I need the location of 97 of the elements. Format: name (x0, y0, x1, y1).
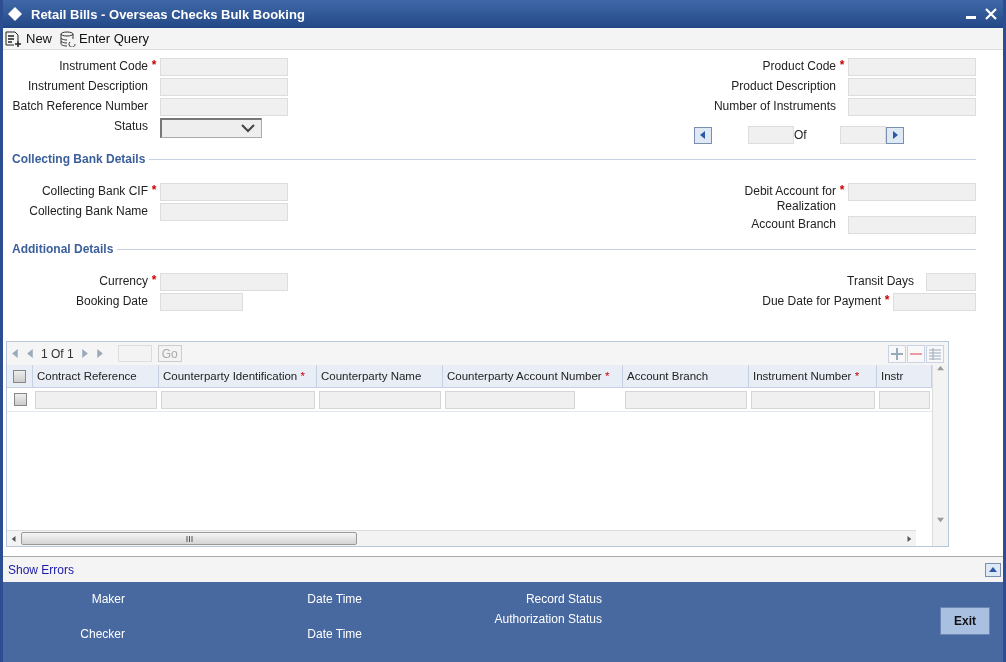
column-header[interactable]: Counterparty Name (321, 370, 422, 382)
scroll-right-icon (906, 535, 912, 542)
cell-input[interactable] (35, 390, 157, 409)
status-dropdown[interactable] (160, 118, 262, 138)
cell-input[interactable] (319, 390, 441, 409)
column-header[interactable]: Instrument Number * (753, 370, 860, 382)
footer-label: Record Status (525, 592, 602, 606)
next-button[interactable] (886, 126, 904, 144)
single-view-button[interactable] (926, 344, 944, 363)
field-label: Account Branch (750, 216, 836, 232)
close-icon[interactable] (985, 8, 997, 20)
database-icon (60, 30, 76, 47)
input-field[interactable] (160, 78, 288, 96)
pager-text: Of (794, 128, 808, 142)
vertical-scrollbar[interactable] (932, 365, 948, 546)
input-field[interactable] (748, 126, 794, 144)
page-count: 1 Of 1 (41, 346, 74, 361)
cell-input[interactable] (879, 390, 930, 409)
grip-icon (185, 535, 193, 542)
up-triangle-icon (989, 565, 997, 574)
required-mark: * (150, 273, 158, 288)
previous-button[interactable] (694, 126, 712, 144)
field-label: Instrument Code (58, 58, 148, 74)
footer-label: Maker (91, 592, 125, 606)
column-header[interactable]: Contract Reference (37, 370, 137, 382)
scroll-thumb[interactable] (21, 532, 357, 545)
footer-label: Date Time (307, 627, 362, 641)
field-label: Status (112, 118, 148, 134)
cell-input[interactable] (751, 390, 875, 409)
input-field[interactable] (160, 58, 288, 76)
add-row-button[interactable] (888, 344, 906, 363)
field-label: Product Description (730, 78, 836, 94)
input-field[interactable] (160, 183, 288, 201)
footer-label: Authorization Status (494, 612, 602, 626)
input-field[interactable] (160, 273, 288, 291)
cell-input[interactable] (161, 390, 315, 409)
exit-button[interactable]: Exit (940, 607, 990, 635)
cell-input[interactable] (625, 390, 747, 409)
diamond-icon (7, 6, 23, 22)
scroll-down-icon (937, 516, 944, 523)
footer-label: Checker (80, 627, 125, 641)
column-header[interactable]: Counterparty Identification * (163, 370, 305, 382)
column-header[interactable]: Counterparty Account Number * (447, 370, 610, 382)
input-field[interactable] (848, 98, 976, 116)
required-mark: * (150, 183, 158, 198)
input-field[interactable] (926, 273, 976, 291)
input-field[interactable] (840, 126, 886, 144)
first-page-icon (11, 349, 20, 358)
input-field[interactable] (160, 293, 243, 311)
required-mark: * (150, 58, 158, 73)
field-label: Instrument Description (26, 78, 148, 94)
field-label: Number of Instruments (712, 98, 836, 114)
input-field[interactable] (848, 216, 976, 234)
input-field[interactable] (160, 203, 288, 221)
plus-icon (891, 347, 903, 360)
footer-label: Date Time (307, 592, 362, 606)
field-label: Booking Date (74, 293, 148, 309)
horizontal-scrollbar[interactable] (7, 530, 916, 546)
field-label: Currency (98, 273, 148, 289)
input-field[interactable] (160, 98, 288, 116)
list-icon (929, 347, 941, 360)
input-field[interactable] (848, 183, 976, 201)
chevron-icon (241, 124, 255, 133)
field-label: Product Code (761, 58, 836, 74)
right-triangle-icon (891, 131, 899, 139)
select-all-checkbox[interactable] (13, 369, 26, 383)
new-document-icon (5, 30, 23, 47)
toolbar-button[interactable]: Enter Query (60, 30, 150, 47)
required-mark: * (838, 58, 846, 73)
required-mark: * (838, 183, 846, 198)
toolbar-button[interactable]: New (5, 30, 52, 47)
show-errors-link[interactable]: Show Errors (8, 562, 75, 577)
last-page-icon (94, 349, 104, 358)
scroll-left-icon (11, 535, 17, 542)
input-field[interactable] (848, 58, 976, 76)
section-title: Additional Details (11, 242, 115, 256)
field-label: Transit Days (846, 273, 914, 289)
field-label: Collecting Bank Name (28, 203, 148, 219)
delete-row-button[interactable] (907, 344, 925, 363)
previous-page-icon (26, 349, 35, 358)
required-mark: * (883, 293, 891, 308)
column-header[interactable]: Instr (881, 370, 904, 382)
expand-button[interactable] (985, 562, 1001, 577)
input-field[interactable] (848, 78, 976, 96)
page-input[interactable] (117, 345, 152, 362)
section-title: Collecting Bank Details (11, 152, 147, 166)
field-label: Batch Reference Number (11, 98, 148, 114)
field-label: Due Date for Payment (761, 293, 881, 309)
next-page-icon (79, 349, 89, 358)
field-label: Debit Account for Realization (743, 183, 836, 214)
field-label: Collecting Bank CIF (40, 183, 148, 199)
row-checkbox[interactable] (13, 393, 27, 406)
column-header[interactable]: Account Branch (627, 370, 709, 382)
window-title: Retail Bills - Overseas Checks Bulk Booking (31, 6, 306, 22)
input-field[interactable] (893, 293, 976, 311)
left-triangle-icon (699, 131, 707, 139)
cell-input[interactable] (445, 390, 575, 409)
